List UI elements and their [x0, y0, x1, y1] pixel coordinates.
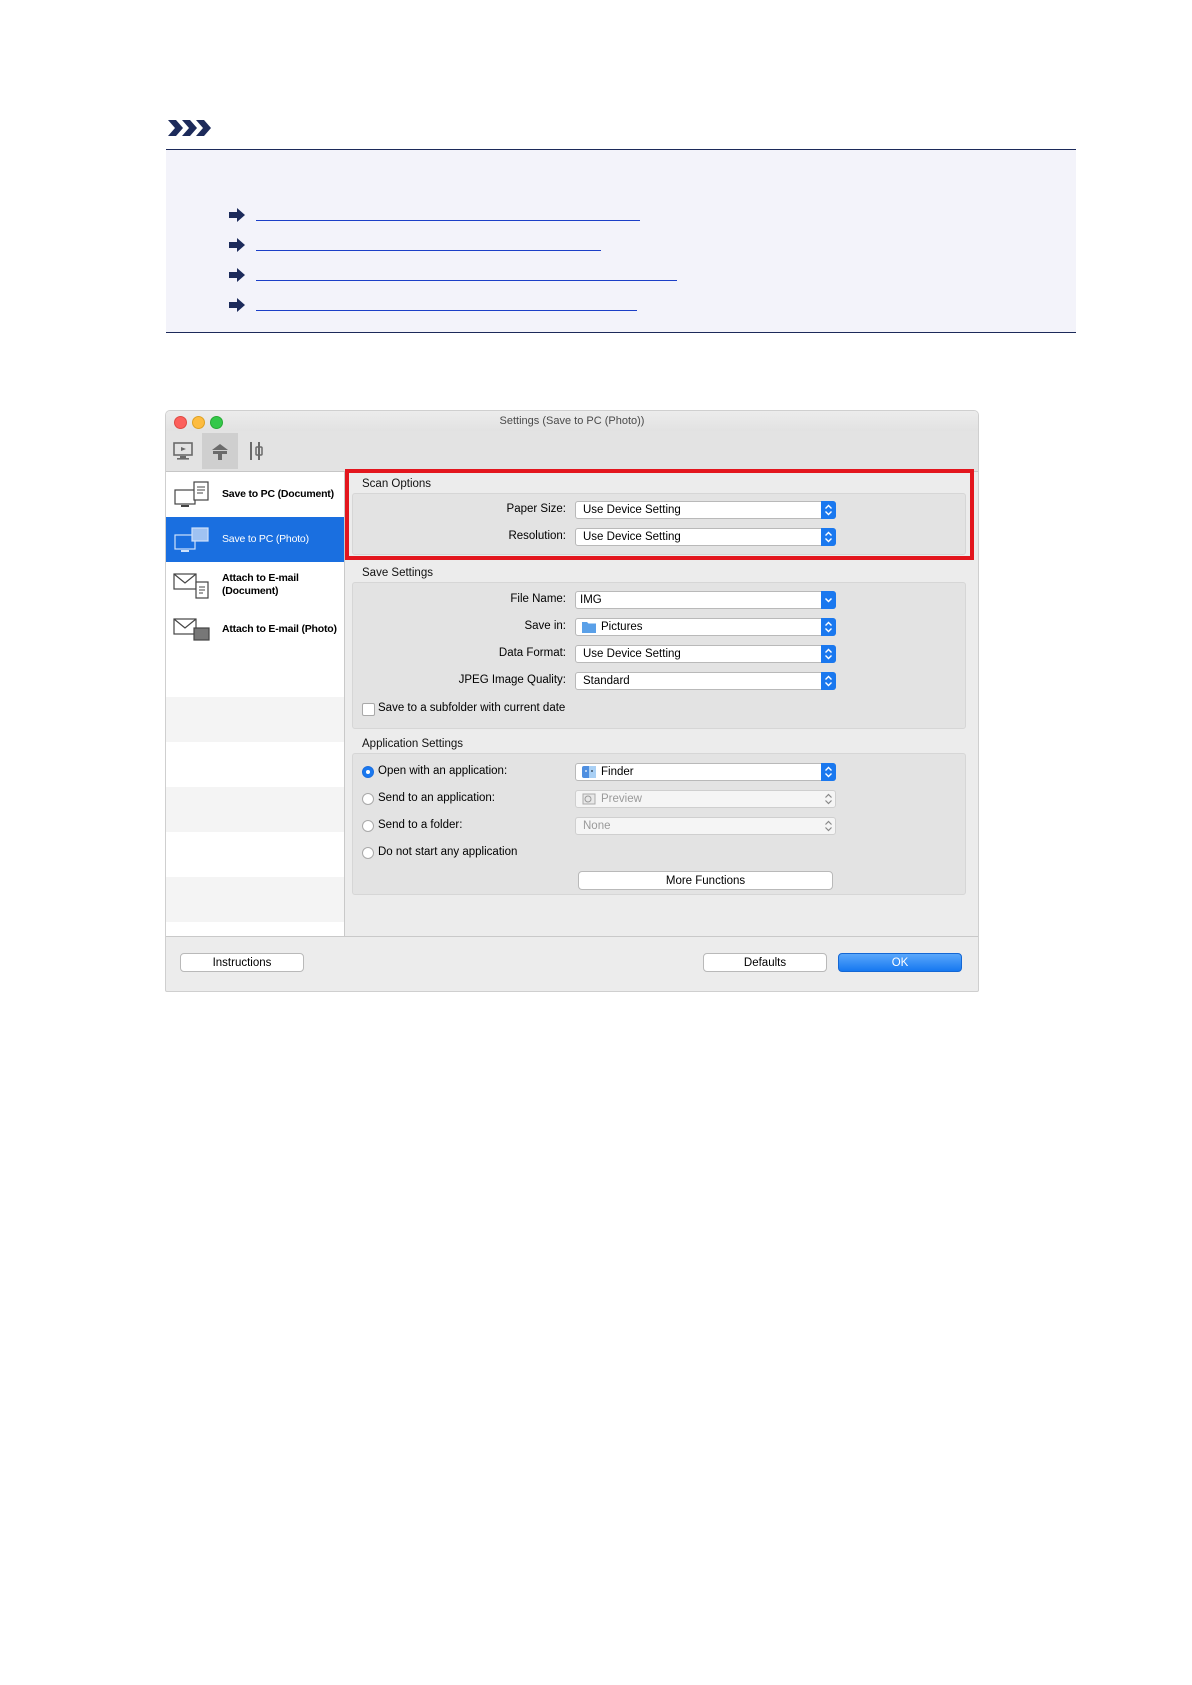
- jpeg-quality-value: Standard: [583, 675, 630, 687]
- scan-from-operation-panel-icon: [212, 444, 228, 460]
- open-with-application-label: Open with an application:: [378, 765, 508, 777]
- email-document-icon: [173, 572, 209, 599]
- save-in-value: Pictures: [601, 621, 643, 633]
- save-in-select[interactable]: Pictures: [575, 618, 836, 636]
- arrow-right-icon: [229, 238, 245, 252]
- sidebar-item-save-to-pc-photo[interactable]: Save to PC (Photo): [166, 517, 344, 562]
- email-photo-icon: [173, 617, 210, 641]
- open-application-value: Finder: [601, 766, 634, 778]
- sidebar-empty-row: [166, 877, 344, 922]
- open-with-application-radio[interactable]: [362, 766, 374, 778]
- send-application-value: Preview: [601, 793, 642, 805]
- updown-arrows-icon: [821, 645, 836, 663]
- sidebar: Save to PC (Document) Save to PC (Photo)…: [166, 472, 345, 937]
- tab-scan-from-operation-panel[interactable]: [202, 433, 238, 469]
- sidebar-item-attach-email-document[interactable]: Attach to E-mail (Document): [166, 562, 344, 607]
- chevron-down-icon: [821, 591, 836, 609]
- preview-icon: [582, 793, 596, 805]
- arrow-right-icon: [229, 298, 245, 312]
- updown-arrows-icon: [821, 790, 836, 808]
- window-title: Settings (Save to PC (Photo)): [499, 415, 645, 427]
- sidebar-item-label: Attach to E-mail (Document): [222, 571, 299, 597]
- file-name-combobox[interactable]: IMG: [575, 591, 836, 609]
- send-to-folder-label: Send to a folder:: [378, 819, 463, 831]
- save-settings-title: Save Settings: [362, 567, 433, 579]
- save-to-pc-document-icon: [174, 480, 209, 507]
- sidebar-empty-row: [166, 652, 344, 697]
- subfolder-checkbox[interactable]: [362, 703, 375, 716]
- jpeg-quality-label: JPEG Image Quality:: [458, 674, 566, 686]
- note-link-item: [228, 230, 677, 260]
- sidebar-item-save-to-pc-document[interactable]: Save to PC (Document): [166, 472, 344, 517]
- note-link-item: [228, 260, 677, 290]
- updown-arrows-icon: [821, 817, 836, 835]
- title-bar: Settings (Save to PC (Photo)): [166, 411, 978, 431]
- note-link-4[interactable]: [256, 308, 637, 311]
- send-application-select[interactable]: Preview: [575, 790, 836, 808]
- arrow-right-icon: [229, 208, 245, 222]
- defaults-button[interactable]: Defaults: [703, 953, 827, 972]
- finder-icon: [582, 766, 596, 778]
- tab-general-settings[interactable]: [238, 433, 274, 469]
- file-name-label: File Name:: [510, 593, 566, 605]
- send-to-application-radio[interactable]: [362, 793, 374, 805]
- note-box: [166, 149, 1076, 333]
- sidebar-item-label: Save to PC (Document): [222, 488, 334, 500]
- do-not-start-application-radio[interactable]: [362, 847, 374, 859]
- updown-arrows-icon: [821, 672, 836, 690]
- sidebar-item-attach-email-photo[interactable]: Attach to E-mail (Photo): [166, 607, 344, 652]
- send-folder-value: None: [583, 820, 611, 832]
- save-in-label: Save in:: [524, 620, 566, 632]
- data-format-value: Use Device Setting: [583, 648, 681, 660]
- sidebar-empty-row: [166, 697, 344, 742]
- note-link-1[interactable]: [256, 218, 640, 221]
- do-not-start-application-label: Do not start any application: [378, 846, 518, 858]
- subfolder-label: Save to a subfolder with current date: [378, 702, 566, 714]
- note-link-2[interactable]: [256, 248, 601, 251]
- open-application-select[interactable]: Finder: [575, 763, 836, 781]
- sidebar-empty-row: [166, 742, 344, 787]
- note-link-item: [228, 290, 677, 320]
- scan-from-computer-icon: [173, 442, 193, 460]
- instructions-button[interactable]: Instructions: [180, 953, 304, 972]
- data-format-select[interactable]: Use Device Setting: [575, 645, 836, 663]
- application-settings-title: Application Settings: [362, 738, 464, 750]
- ok-button[interactable]: OK: [838, 953, 962, 972]
- footer-divider: [166, 936, 978, 937]
- tab-scan-from-computer[interactable]: [166, 433, 202, 469]
- more-functions-button[interactable]: More Functions: [578, 871, 833, 890]
- jpeg-quality-select[interactable]: Standard: [575, 672, 836, 690]
- arrow-right-icon: [229, 268, 245, 282]
- note-arrows-icon: [168, 120, 211, 136]
- updown-arrows-icon: [821, 763, 836, 781]
- send-to-application-label: Send to an application:: [378, 792, 496, 804]
- file-name-value: IMG: [580, 594, 602, 606]
- sidebar-empty-row: [166, 787, 344, 832]
- save-to-pc-photo-icon: [174, 526, 209, 552]
- note-link-item: [228, 200, 677, 230]
- send-to-folder-radio[interactable]: [362, 820, 374, 832]
- note-link-list: [228, 200, 677, 320]
- highlight-box: [345, 469, 974, 560]
- folder-icon: [582, 622, 596, 633]
- sidebar-item-label: Attach to E-mail (Photo): [222, 623, 337, 635]
- toolbar: [166, 431, 978, 472]
- data-format-label: Data Format:: [498, 647, 566, 659]
- note-link-3[interactable]: [256, 278, 677, 281]
- sidebar-item-label: Save to PC (Photo): [222, 533, 309, 545]
- updown-arrows-icon: [821, 618, 836, 636]
- general-settings-icon: [250, 442, 263, 460]
- sidebar-empty-row: [166, 832, 344, 877]
- send-folder-select[interactable]: None: [575, 817, 836, 835]
